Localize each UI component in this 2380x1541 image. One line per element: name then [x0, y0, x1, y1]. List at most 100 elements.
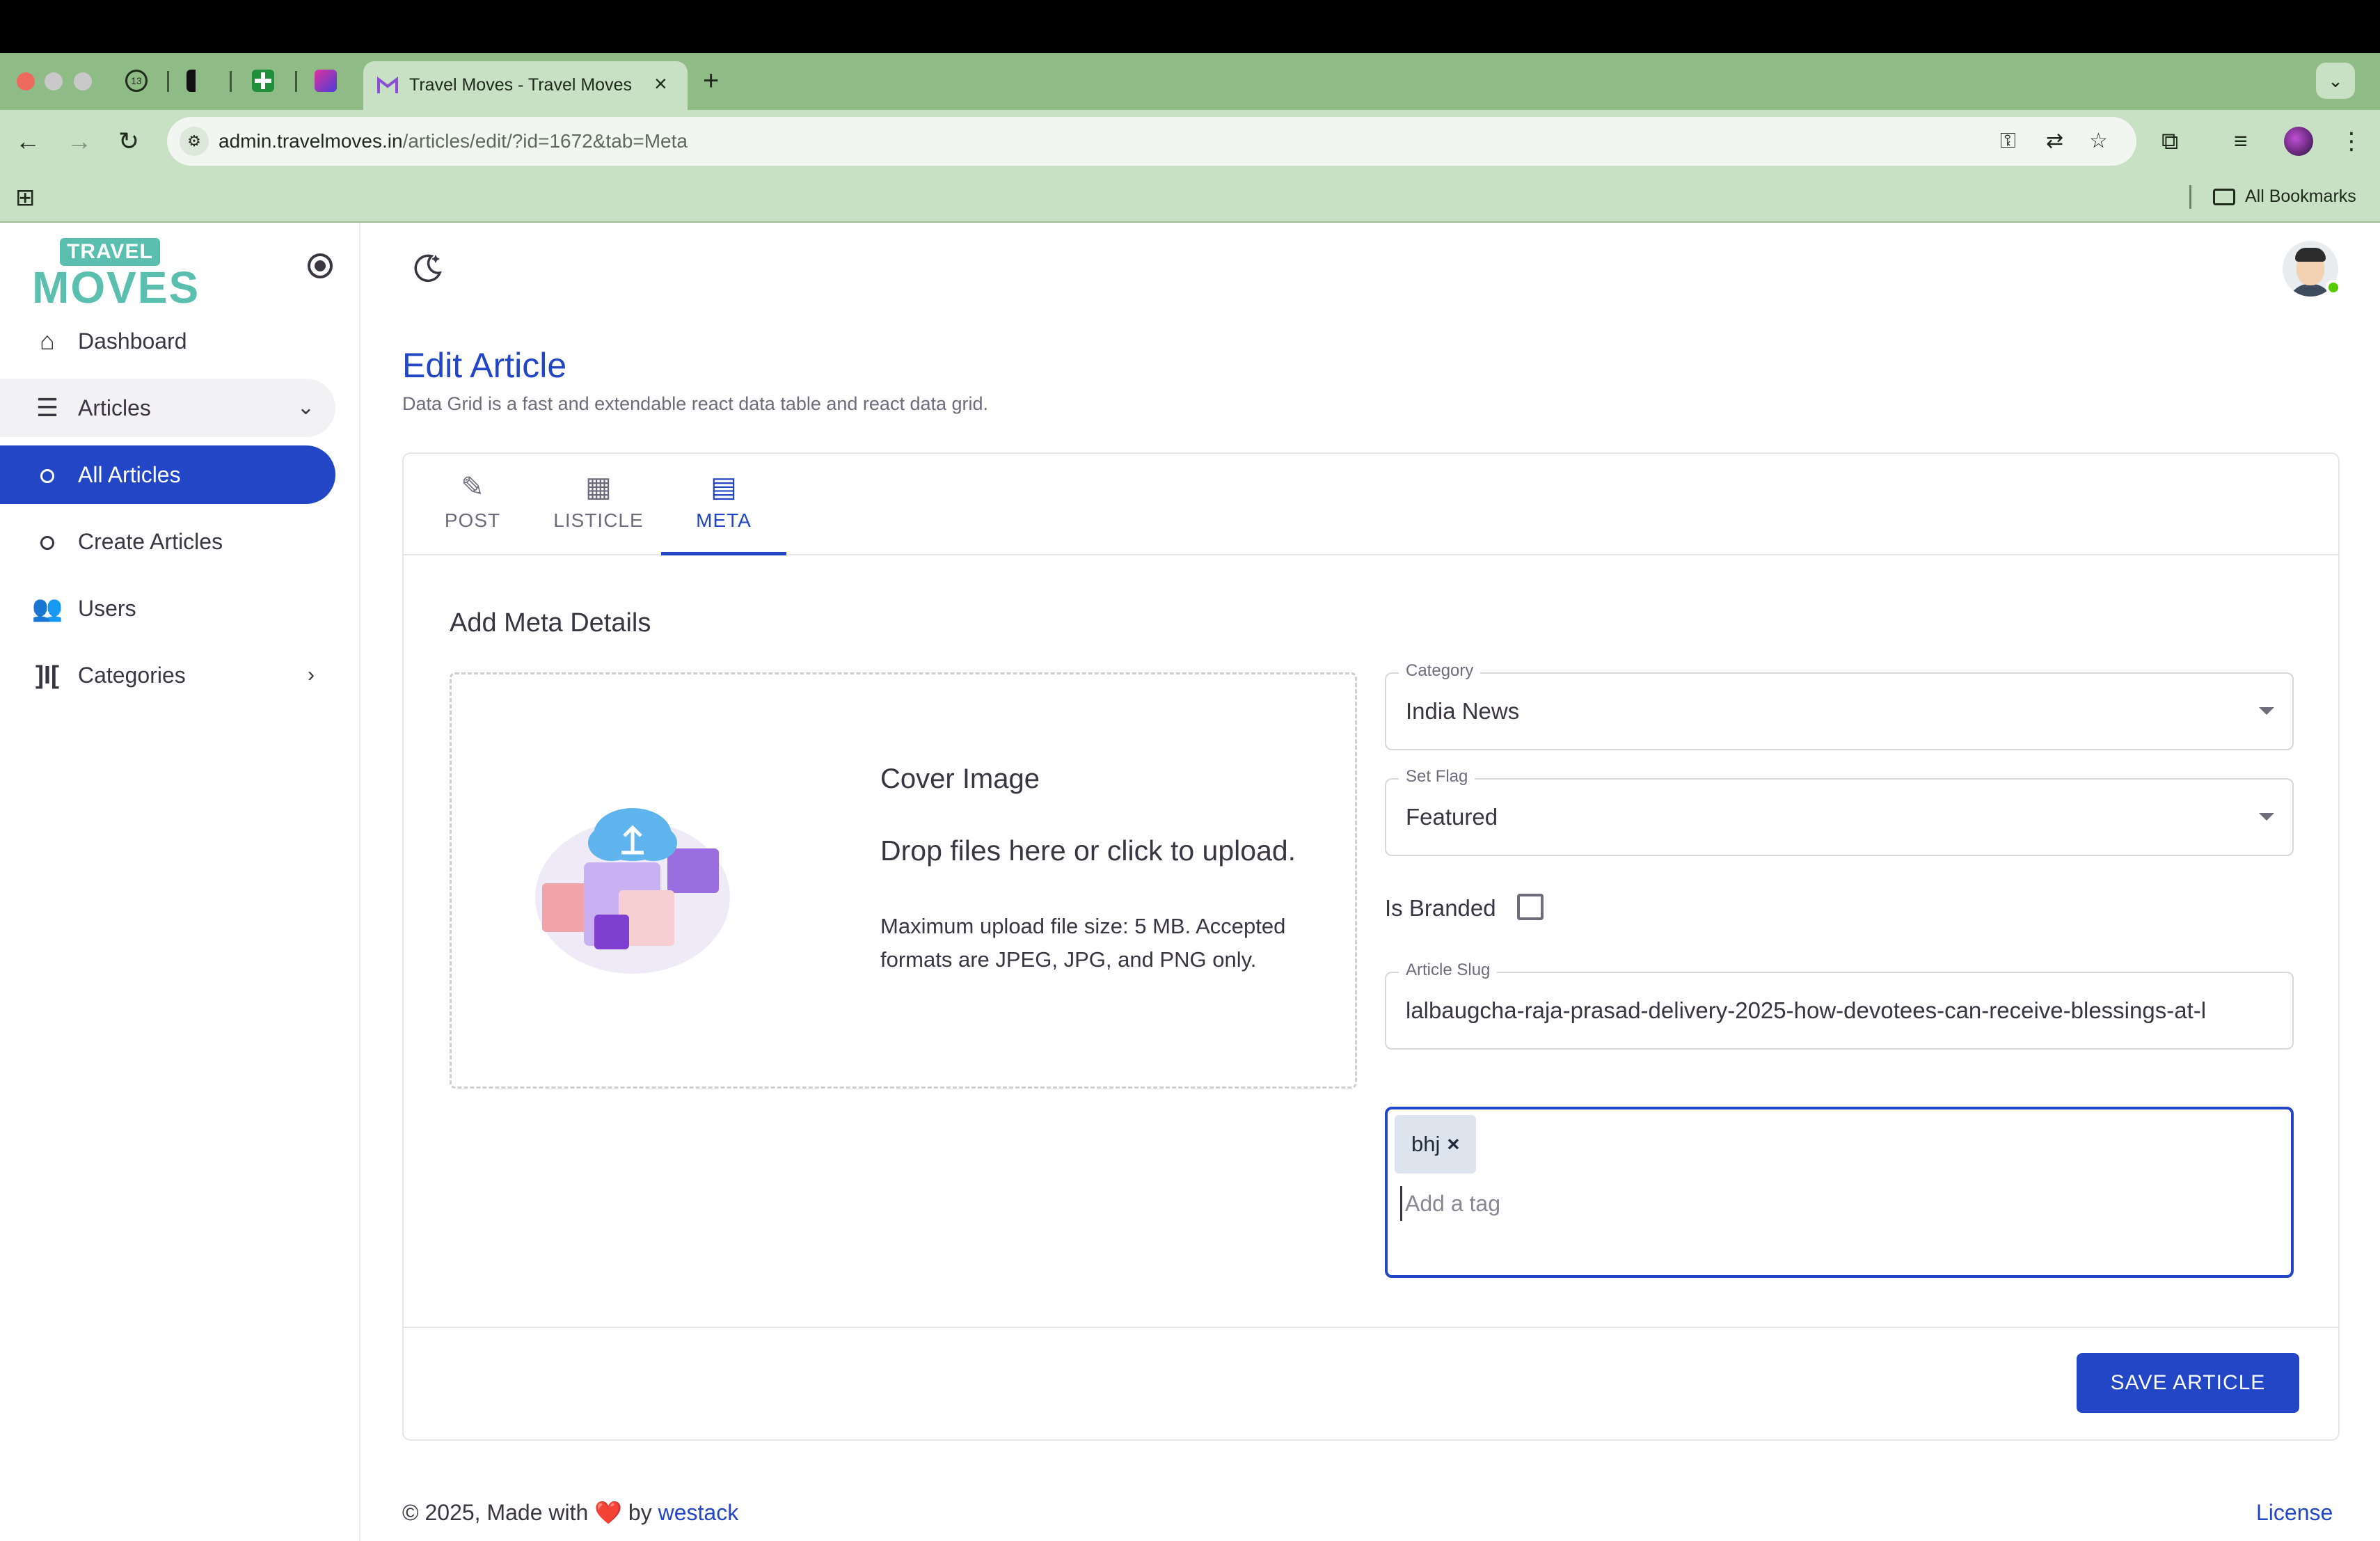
address-bar[interactable]: ⚙ admin.travelmoves.in/articles/edit/?id… — [167, 117, 2136, 166]
tag-chip-label: bhj — [1411, 1132, 1441, 1156]
url-path: /articles/edit/?id=1672&tab=Meta — [402, 130, 688, 152]
set-flag-select[interactable]: Set Flag Featured — [1385, 766, 2294, 856]
browser-profile-avatar[interactable] — [2284, 127, 2313, 156]
sidebar-pin-radio-icon[interactable] — [308, 253, 333, 278]
tab-close-icon[interactable]: × — [654, 70, 667, 97]
card-divider — [404, 1327, 2338, 1328]
sidebar-item-all-articles[interactable]: All Articles — [0, 445, 335, 504]
folder-icon — [2213, 189, 2235, 206]
categories-icon: ]I[ — [35, 661, 59, 689]
edit-article-card: ✎ POST ▦ LISTICLE ▤ META Add Meta Detail… — [402, 452, 2340, 1441]
browser-tab-strip — [0, 53, 2380, 110]
tags-input-box[interactable]: bhj × — [1385, 1107, 2294, 1278]
by-text: by — [628, 1500, 652, 1525]
browser-tab-active[interactable]: Travel Moves - Travel Moves × — [363, 61, 688, 110]
cover-image-title: Cover Image — [880, 764, 1040, 794]
travel-moves-logo[interactable]: TRAVEL MOVES — [32, 237, 198, 313]
license-link[interactable]: License — [2256, 1496, 2333, 1528]
page-subtitle: Data Grid is a fast and extendable react… — [402, 393, 989, 414]
add-tag-input[interactable] — [1400, 1186, 1957, 1221]
dropdown-caret-icon — [2259, 813, 2274, 821]
browser-tab-4[interactable] — [315, 70, 337, 92]
window-close-button[interactable] — [17, 72, 35, 90]
is-branded-checkbox[interactable] — [1517, 894, 1544, 920]
sheets-icon — [255, 72, 271, 89]
circle-icon — [31, 445, 64, 504]
back-arrow-icon[interactable]: ← — [15, 124, 40, 159]
sidebar-item-label: Articles — [78, 395, 151, 420]
logo-travel-text: TRAVEL — [60, 238, 160, 266]
bookmarks-separator — [2189, 185, 2191, 209]
sidebar-item-categories[interactable]: ]I[ Categories › — [0, 646, 335, 704]
footer-copyright: © 2025, Made with ❤️ by westack — [402, 1496, 738, 1528]
is-branded-label: Is Branded — [1385, 895, 1496, 921]
sidebar-item-articles[interactable]: ☰ Articles ⌄ — [0, 379, 335, 437]
forward-arrow-icon[interactable]: → — [67, 124, 92, 159]
tab-label: META — [696, 509, 752, 531]
bookmark-star-icon[interactable]: ☆ — [2089, 128, 2108, 155]
browser-tab-whatsapp[interactable]: 13 — [125, 70, 148, 92]
article-icon: ☰ — [35, 393, 59, 422]
category-select[interactable]: Category India News — [1385, 660, 2294, 750]
tab-meta[interactable]: ▤ META — [661, 468, 786, 555]
section-title: Add Meta Details — [450, 608, 651, 638]
url-host: admin.travelmoves.in — [219, 130, 403, 152]
article-slug-value[interactable]: lalbaugcha-raja-prasad-delivery-2025-how… — [1406, 973, 2276, 1048]
cover-image-dropzone[interactable]: Cover Image Drop files here or click to … — [450, 672, 1357, 1089]
save-article-button[interactable]: SAVE ARTICLE — [2077, 1353, 2299, 1413]
window-minimize-button[interactable] — [45, 72, 63, 90]
key-icon[interactable]: ⚿ — [2000, 128, 2016, 155]
translate-icon[interactable]: ⇄ — [2046, 128, 2063, 155]
tab-search-button[interactable]: ⌄ — [2316, 63, 2355, 99]
dropzone-note: Maximum upload file size: 5 MB. Accepted… — [880, 914, 1286, 972]
upload-illustration-icon — [535, 808, 730, 974]
logo-moves-text: MOVES — [32, 262, 200, 313]
gmail-m-icon — [377, 77, 398, 93]
tab-post[interactable]: ✎ POST — [434, 468, 511, 555]
meta-icon: ▤ — [711, 472, 737, 503]
author-link[interactable]: westack — [658, 1500, 739, 1525]
media-control-icon[interactable]: ≡ — [2234, 125, 2248, 157]
tab-listicle[interactable]: ▦ LISTICLE — [543, 468, 654, 555]
home-icon: ⌂ — [40, 326, 55, 355]
sidebar-item-label: All Articles — [78, 462, 181, 487]
dropdown-caret-icon — [2259, 707, 2274, 715]
tag-remove-icon[interactable]: × — [1447, 1132, 1459, 1156]
dark-mode-moon-icon[interactable] — [412, 252, 444, 284]
page-title: Edit Article — [402, 346, 567, 385]
sidebar-item-create-articles[interactable]: Create Articles — [0, 512, 335, 571]
reload-icon[interactable]: ↻ — [118, 124, 139, 159]
extensions-icon[interactable]: ⧉ — [2161, 125, 2178, 157]
browser-tab-sheets[interactable] — [252, 70, 274, 92]
browser-menu-icon[interactable]: ⋮ — [2340, 125, 2363, 157]
url-text[interactable]: admin.travelmoves.in/articles/edit/?id=1… — [219, 117, 688, 166]
category-value: India News — [1406, 698, 1520, 724]
screen-top-bar — [0, 0, 2380, 53]
all-bookmarks-label: All Bookmarks — [2245, 187, 2356, 206]
apps-grid-icon[interactable]: ⊞ — [15, 184, 35, 212]
whatsapp-badge: 13 — [131, 75, 142, 86]
sidebar-item-label: Create Articles — [78, 529, 223, 554]
new-tab-button[interactable]: + — [703, 64, 719, 97]
heart-icon: ❤️ — [594, 1500, 623, 1525]
article-tabs: ✎ POST ▦ LISTICLE ▤ META — [404, 454, 2338, 555]
bookmarks-bar: ⊞ All Bookmarks — [0, 173, 2380, 223]
post-add-icon: ✎ — [461, 472, 484, 503]
chevron-down-icon: ⌄ — [296, 396, 315, 419]
article-slug-field[interactable]: Article Slug lalbaugcha-raja-prasad-deli… — [1385, 959, 2294, 1050]
site-info-icon[interactable]: ⚙ — [180, 127, 209, 156]
all-bookmarks-button[interactable]: All Bookmarks — [2213, 181, 2356, 212]
sidebar-item-dashboard[interactable]: ⌂ Dashboard — [0, 312, 335, 370]
tab-label: POST — [444, 509, 501, 531]
chevron-right-icon: › — [308, 663, 315, 686]
browser-tab-2[interactable] — [187, 70, 209, 92]
copyright-text: © 2025, Made with — [402, 1500, 589, 1525]
tag-chip: bhj × — [1395, 1115, 1477, 1173]
tab-separator — [295, 71, 297, 92]
gallery-icon: ▦ — [585, 472, 612, 503]
sidebar-item-users[interactable]: 👥 Users — [0, 579, 335, 638]
window-zoom-button[interactable] — [74, 72, 92, 90]
sidebar-item-label: Dashboard — [78, 329, 187, 354]
online-status-dot — [2326, 280, 2341, 295]
set-flag-value: Featured — [1406, 804, 1498, 830]
